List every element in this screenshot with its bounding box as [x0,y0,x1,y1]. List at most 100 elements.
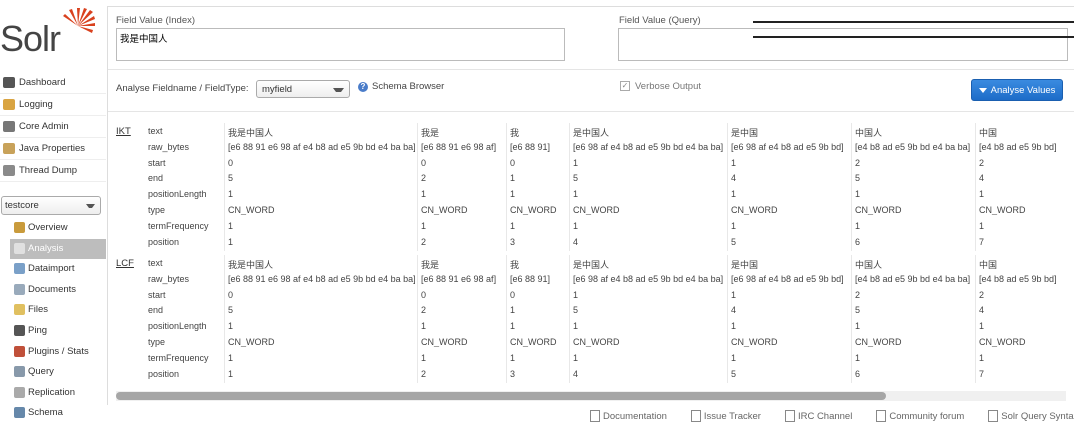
solr-logo[interactable]: Solr [0,4,100,59]
footer-link-label: IRC Channel [797,410,853,422]
row-label-end: end [148,173,164,184]
row-label-termfrequency: termFrequency [148,220,209,231]
token-text: 我 [510,260,520,270]
core-item-replication[interactable]: Replication [10,383,106,403]
token-raw-bytes: [e6 88 91 e6 98 af e4 b8 ad e5 9b bd e4 … [228,141,416,152]
token-termfrequency: 1 [855,220,861,231]
core-item-label: Ping [28,325,48,336]
row-label-start: start [148,289,166,300]
token-text: 是中国 [731,260,759,270]
footer-link-community-forum[interactable]: Community forum [876,410,976,422]
token-positionlength: 1 [573,321,579,332]
core-item-label: Replication [28,386,75,398]
token-termfrequency: 1 [731,352,737,363]
row-label-type: type [148,337,166,347]
token-termfrequency: 1 [979,220,985,231]
token-text: 是中国人 [573,128,610,138]
sidebar-item-logging[interactable]: Logging [0,94,106,116]
schema-browser-link[interactable]: ? Schema Browser [358,81,444,92]
footer-link-documentation[interactable]: Documentation [590,410,679,422]
sidebar-item-core-admin[interactable]: Core Admin [0,116,106,138]
token-position: 7 [979,368,985,379]
thread-dump-icon [3,164,15,176]
token-start: 0 [228,289,234,300]
analyse-values-button[interactable]: Analyse Values [971,79,1063,101]
token-termfrequency: 1 [573,352,579,363]
chevron-down-icon [333,88,344,92]
index-value-label: Field Value (Index) [116,15,196,26]
token-type: CN_WORD [573,337,620,347]
token-text: 我 [510,128,520,138]
stage-abbr-ikt[interactable]: IKT [116,126,131,137]
solr-sun-icon [63,8,95,33]
token-positionlength: 1 [731,321,737,332]
core-item-label: Overview [28,222,68,233]
token-raw-bytes: [e4 b8 ad e5 9b bd] [979,141,1057,152]
core-item-label: Schema [28,407,63,419]
logo-text: Solr [0,18,61,59]
core-item-label: Files [28,304,49,316]
token-raw-bytes: [e6 88 91] [510,141,551,152]
core-item-plugins-stats[interactable]: Plugins / Stats [10,342,106,362]
dataimport-icon [14,263,25,275]
index-value-input[interactable] [116,28,565,61]
core-item-query[interactable]: Query [10,362,106,382]
token-raw-bytes: [e4 b8 ad e5 9b bd e4 ba ba] [855,273,971,284]
redaction-line [753,21,1074,23]
token-start: 1 [731,157,737,168]
row-label-start: start [148,157,166,168]
sidebar-item-label: Logging [19,99,53,110]
fieldname-select[interactable]: myfield [256,80,350,98]
verbose-output-toggle[interactable]: ✓ Verbose Output [620,81,701,92]
core-item-ping[interactable]: Ping [10,321,106,341]
plugins-icon [14,345,25,357]
token-positionlength: 1 [731,189,737,200]
footer-link-issue-tracker[interactable]: Issue Tracker [690,410,773,422]
core-item-files[interactable]: Files [10,300,106,320]
token-position: 5 [731,236,737,247]
token-text: 中国人 [855,128,883,138]
schema-browser-label: Schema Browser [372,81,445,92]
sidebar-item-thread-dump[interactable]: Thread Dump [0,160,106,182]
footer-link-label: Documentation [603,410,667,422]
core-item-overview[interactable]: Overview [10,218,106,238]
core-item-label: Dataimport [28,263,75,275]
core-item-documents[interactable]: Documents [10,280,106,300]
token-start: 2 [855,157,861,168]
footer-link-irc-channel[interactable]: IRC Channel [784,410,864,422]
footer-link-solr-query-syntax[interactable]: Solr Query Syntax [988,410,1074,422]
token-position: 3 [510,236,516,247]
token-end: 1 [510,305,516,316]
token-termfrequency: 1 [855,352,861,363]
stage-abbr-lcf[interactable]: LCF [116,258,134,269]
core-item-analysis[interactable]: Analysis [10,238,106,259]
token-positionlength: 1 [421,321,427,332]
token-type: CN_WORD [573,205,620,215]
core-selector[interactable]: testcore [1,196,101,215]
token-positionlength: 1 [855,321,861,332]
sidebar-item-dashboard[interactable]: Dashboard [0,72,106,94]
token-raw-bytes: [e4 b8 ad e5 9b bd e4 ba ba] [855,141,971,152]
sidebar-item-java-properties[interactable]: Java Properties [0,138,106,160]
analyse-values-label: Analyse Values [990,85,1056,96]
token-text: 中国 [979,260,998,270]
token-positionlength: 1 [510,189,516,200]
horizontal-scrollbar[interactable] [116,391,1066,401]
scrollbar-thumb[interactable] [116,392,886,400]
sidebar-item-label: Java Properties [19,143,86,154]
token-type: CN_WORD [855,337,902,347]
java-properties-icon [3,142,15,154]
core-selector-value: testcore [5,200,39,211]
token-start: 1 [573,157,579,168]
token-position: 5 [731,368,737,379]
row-label-positionlength: positionLength [148,189,207,200]
link-icon [876,410,887,422]
core-item-schema[interactable]: Schema [10,403,106,423]
token-start: 2 [855,289,861,300]
token-start: 0 [421,289,427,300]
chevron-down-icon [86,204,95,208]
token-termfrequency: 1 [510,352,516,363]
query-value-input[interactable] [618,28,1068,61]
analysis-icon [14,242,25,254]
core-item-dataimport[interactable]: Dataimport [10,259,106,279]
